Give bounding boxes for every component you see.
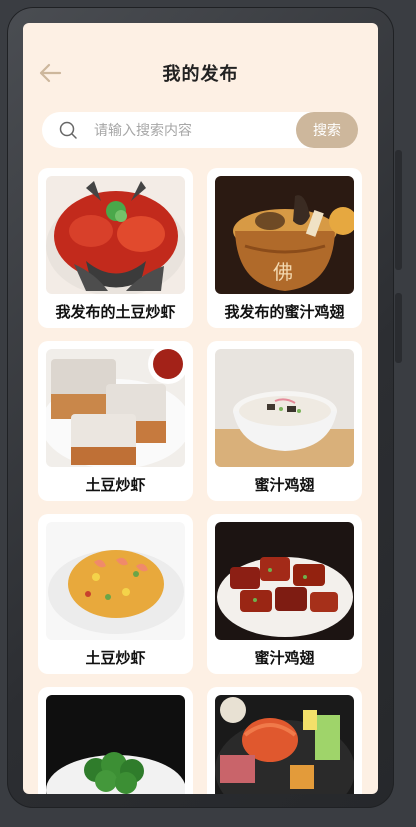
- search-button[interactable]: 搜索: [296, 112, 358, 148]
- search-input[interactable]: [92, 112, 296, 150]
- post-title: 我发布的蜜汁鸡翅: [224, 303, 345, 321]
- power-button: [395, 293, 402, 363]
- fish-head-chili-image: [46, 176, 185, 294]
- post-title: 蜜汁鸡翅: [254, 476, 315, 494]
- post-card[interactable]: 土豆炒虾: [38, 341, 193, 501]
- buddha-jumps-over-wall-image: 佛: [215, 176, 354, 294]
- fried-tofu-image: [46, 349, 185, 467]
- shrimp-fried-rice-image: [46, 522, 185, 640]
- congee-bowl-image: [215, 349, 354, 467]
- header: 我的发布: [23, 23, 378, 123]
- post-title: 我发布的土豆炒虾: [55, 303, 176, 321]
- search-icon: [59, 121, 77, 139]
- post-title: 土豆炒虾: [85, 649, 146, 667]
- post-card[interactable]: [38, 687, 193, 794]
- post-card[interactable]: 土豆炒虾: [38, 514, 193, 674]
- post-title: 蜜汁鸡翅: [254, 649, 315, 667]
- svg-text:佛: 佛: [273, 260, 293, 284]
- app-screen: 我的发布 搜索: [23, 23, 378, 794]
- seafood-hotpot-image: [215, 695, 354, 794]
- volume-button: [395, 150, 402, 270]
- post-card[interactable]: [207, 687, 362, 794]
- post-card[interactable]: 佛 我发布的蜜汁鸡翅: [207, 168, 362, 328]
- braised-ribs-image: [215, 522, 354, 640]
- broccoli-plate-image: [46, 695, 185, 794]
- post-title: 土豆炒虾: [85, 476, 146, 494]
- post-card[interactable]: 蜜汁鸡翅: [207, 514, 362, 674]
- search-bar: 搜索: [42, 112, 358, 150]
- page-title: 我的发布: [162, 64, 239, 85]
- post-card[interactable]: 蜜汁鸡翅: [207, 341, 362, 501]
- post-card[interactable]: 我发布的土豆炒虾: [38, 168, 193, 328]
